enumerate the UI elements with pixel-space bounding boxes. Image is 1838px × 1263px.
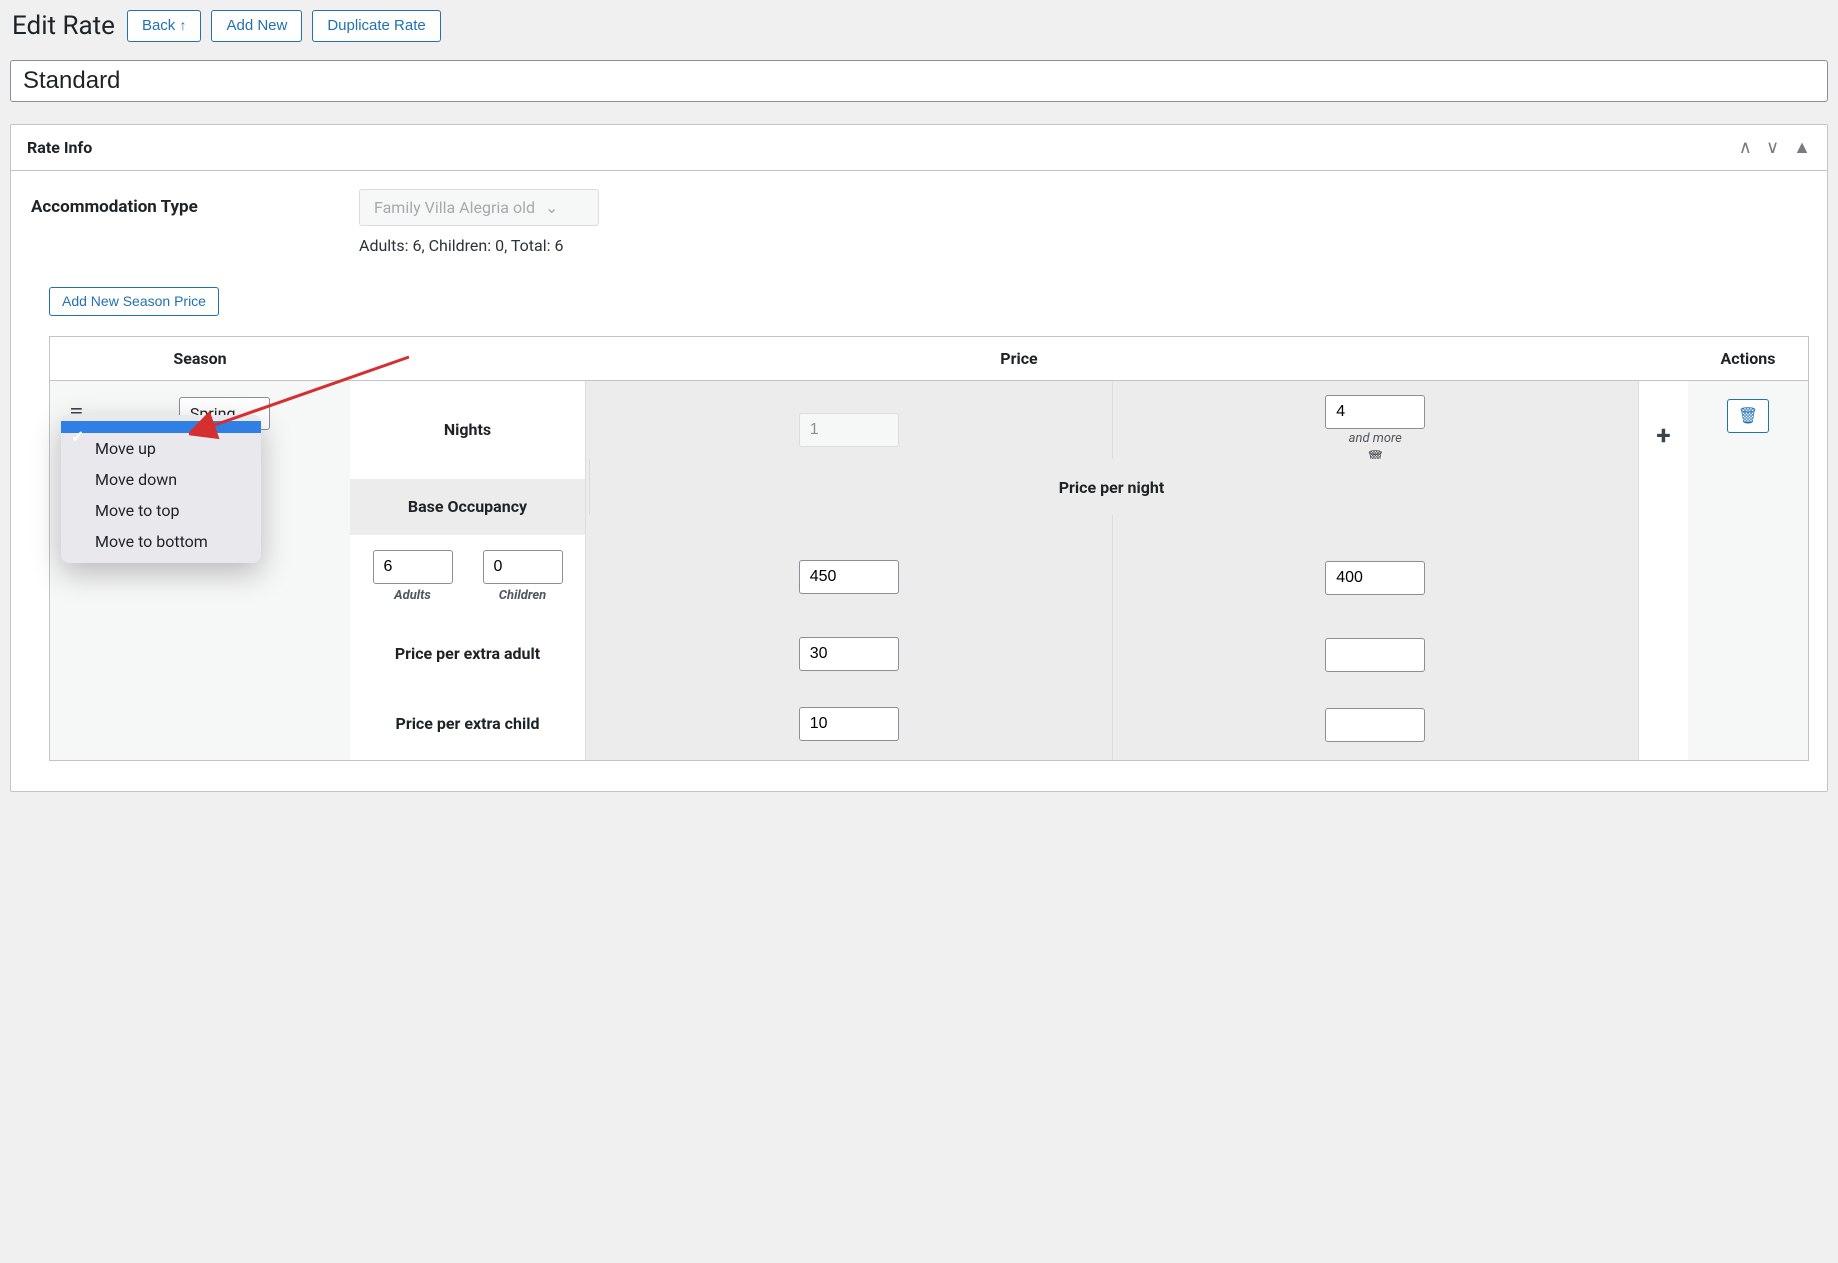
col-header-actions: Actions	[1688, 337, 1808, 380]
base-children-input[interactable]	[483, 550, 563, 584]
nights-label: Nights	[350, 381, 585, 479]
extra-child-price-input-2[interactable]	[1325, 708, 1425, 742]
accommodation-type-row: Accommodation Type Family Villa Alegria …	[29, 189, 1809, 255]
price-per-night-input-2[interactable]	[1325, 561, 1425, 595]
col-header-price: Price	[350, 337, 1688, 380]
price-column-1: Price per night	[585, 381, 1112, 760]
chevron-down-icon: ⌄	[545, 198, 558, 217]
delete-column-icon[interactable]: 🗑	[1366, 450, 1384, 466]
accommodation-meta: Adults: 6, Children: 0, Total: 6	[359, 236, 1809, 255]
arrow-up-icon: ↑	[179, 17, 186, 33]
season-row: ≡ Spring ⌄ Nights Base Oc	[50, 381, 1808, 760]
panel-title: Rate Info	[27, 138, 92, 157]
dropdown-item-blank[interactable]	[61, 421, 261, 433]
base-occupancy-label: Base Occupancy	[350, 479, 585, 535]
extra-adult-price-input-1[interactable]	[799, 637, 899, 671]
panel-toggle-icon[interactable]: ▲	[1793, 137, 1811, 158]
add-price-column-button[interactable]: +	[1656, 421, 1670, 451]
adults-sublabel: Adults	[394, 588, 431, 603]
add-new-season-price-button[interactable]: Add New Season Price	[49, 287, 219, 316]
dropdown-item-move-up[interactable]: Move up	[61, 433, 261, 464]
price-per-extra-adult-label: Price per extra adult	[350, 619, 585, 689]
extra-child-price-input-1[interactable]	[799, 707, 899, 741]
dropdown-item-move-down[interactable]: Move down	[61, 464, 261, 495]
reorder-dropdown[interactable]: Move up Move down Move to top Move to bo…	[61, 415, 261, 563]
extra-adult-price-input-2[interactable]	[1325, 638, 1425, 672]
nights-input-2[interactable]	[1325, 395, 1425, 429]
children-sublabel: Children	[499, 588, 546, 603]
trash-icon: 🗑	[1738, 408, 1758, 425]
dropdown-item-move-to-bottom[interactable]: Move to bottom	[61, 526, 261, 557]
price-per-night-input-1[interactable]	[799, 560, 899, 594]
page-title: Edit Rate	[12, 11, 115, 41]
accommodation-type-select: Family Villa Alegria old ⌄	[359, 189, 599, 226]
accommodation-type-label: Accommodation Type	[31, 189, 331, 217]
back-button[interactable]: Back ↑	[127, 10, 202, 42]
nights-input-1	[799, 413, 899, 447]
and-more-label: and more	[1349, 431, 1402, 446]
season-table-header: Season Price Actions	[50, 337, 1808, 381]
delete-season-row-button[interactable]: 🗑	[1727, 399, 1769, 433]
duplicate-rate-button[interactable]: Duplicate Rate	[312, 10, 440, 42]
page-header: Edit Rate Back ↑ Add New Duplicate Rate	[10, 6, 1828, 60]
panel-header: Rate Info ∧ ∨ ▲	[11, 125, 1827, 171]
rate-title-input[interactable]	[10, 60, 1828, 102]
add-new-button[interactable]: Add New	[211, 10, 302, 42]
price-per-extra-child-label: Price per extra child	[350, 689, 585, 759]
season-price-table: Season Price Actions ≡ Spring ⌄	[49, 336, 1809, 761]
accommodation-type-value: Family Villa Alegria old	[374, 198, 535, 217]
base-adults-input[interactable]	[373, 550, 453, 584]
rate-info-panel: Rate Info ∧ ∨ ▲ Accommodation Type Famil…	[10, 124, 1828, 792]
panel-collapse-down-icon[interactable]: ∨	[1766, 137, 1779, 158]
col-header-season: Season	[50, 337, 350, 380]
panel-collapse-up-icon[interactable]: ∧	[1739, 137, 1752, 158]
price-column-2: and more 🗑	[1112, 381, 1639, 760]
dropdown-item-move-to-top[interactable]: Move to top	[61, 495, 261, 526]
